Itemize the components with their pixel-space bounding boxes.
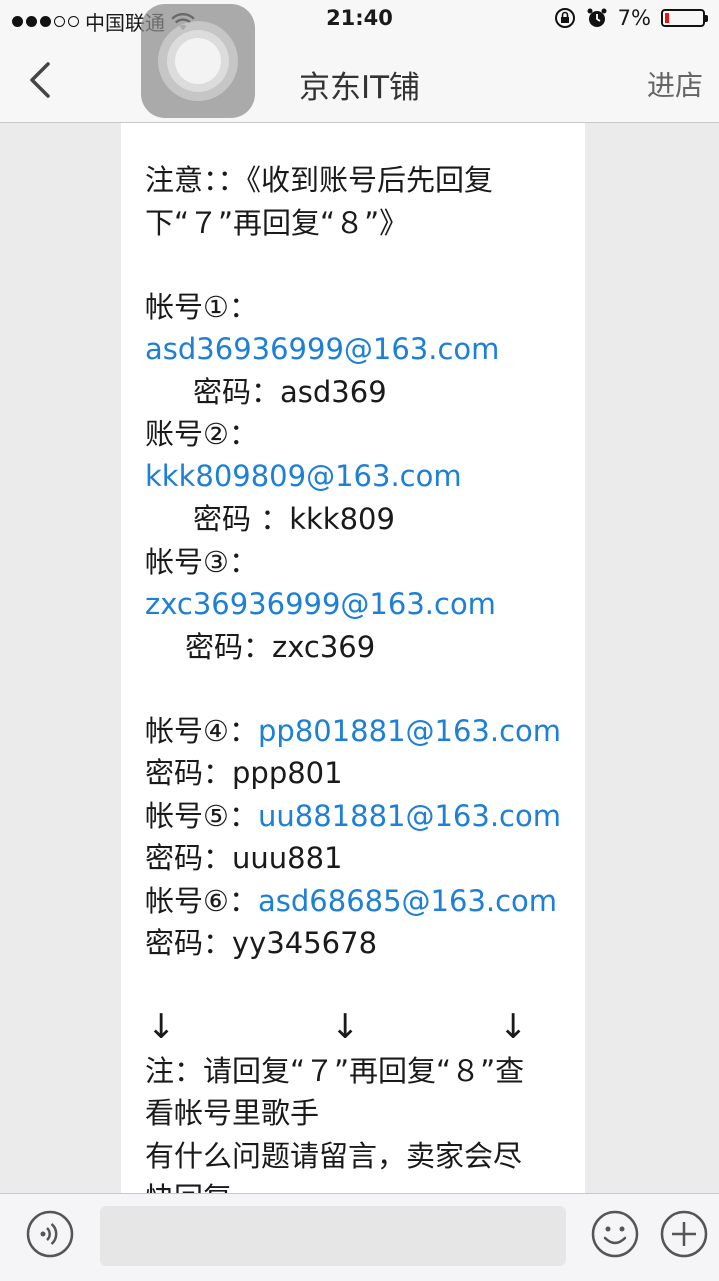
account-1-email-link[interactable]: asd36936999@163.com bbox=[145, 328, 499, 370]
account-2-email-link[interactable]: kkk809809@163.com bbox=[145, 455, 462, 497]
navigation-bar: 京东IT铺 进店 bbox=[0, 40, 719, 123]
notice-line-1: 注意：：《收到账号后先回复 bbox=[145, 163, 494, 197]
status-bar: 中国联通 21:40 7% bbox=[0, 0, 719, 40]
status-right: 7% bbox=[554, 6, 708, 30]
chat-input-bar bbox=[0, 1193, 719, 1281]
plus-icon[interactable] bbox=[660, 1210, 708, 1258]
account-4-password: 密码：ppp801 bbox=[145, 756, 343, 790]
battery-percentage: 7% bbox=[617, 6, 651, 30]
alarm-icon bbox=[587, 8, 607, 27]
note-line-3: 有什么问题请留言，卖家会尽 bbox=[145, 1139, 523, 1173]
battery-icon bbox=[661, 9, 708, 27]
account-4-email-link[interactable]: pp801881@163.com bbox=[258, 714, 561, 748]
account-5-label: 帐号⑤： bbox=[145, 799, 258, 833]
emoji-icon[interactable] bbox=[591, 1210, 639, 1258]
account-6-email-link[interactable]: asd68685@163.com bbox=[258, 884, 557, 918]
account-2-password: 密码 ：kkk809 bbox=[193, 502, 395, 536]
note-line-1: 注：请回复“７”再回复“８”查 bbox=[145, 1054, 525, 1088]
note-line-4: 快回复 bbox=[145, 1177, 232, 1193]
account-6-row: 帐号⑥：asd68685@163.com bbox=[145, 880, 557, 922]
arrows-row: ↓ ↓ ↓ bbox=[145, 1007, 565, 1051]
account-3-label: 帐号③： bbox=[145, 545, 258, 579]
account-3-password: 密码：zxc369 bbox=[185, 630, 376, 664]
account-3-email-link[interactable]: zxc36936999@163.com bbox=[145, 583, 496, 625]
account-1-label: 帐号①： bbox=[145, 290, 258, 324]
enter-store-button[interactable]: 进店 bbox=[647, 64, 703, 104]
account-6-password: 密码：yy345678 bbox=[145, 926, 378, 960]
account-5-row: 帐号⑤：uu881881@163.com bbox=[145, 795, 561, 837]
account-1-password: 密码：asd369 bbox=[193, 375, 387, 409]
notice-line-2: 下“７”再回复“８”》 bbox=[145, 206, 409, 240]
page-title: 京东IT铺 bbox=[298, 70, 421, 106]
account-5-email-link[interactable]: uu881881@163.com bbox=[258, 799, 561, 833]
account-6-label: 帐号⑥： bbox=[145, 884, 258, 918]
down-arrow-2: ↓ bbox=[331, 1007, 360, 1047]
down-arrow-3: ↓ bbox=[499, 1007, 528, 1047]
message-input[interactable] bbox=[100, 1206, 566, 1266]
account-4-row: 帐号④：pp801881@163.com bbox=[145, 710, 561, 752]
account-5-password: 密码：uuu881 bbox=[145, 841, 343, 875]
assistive-touch-button[interactable] bbox=[141, 4, 255, 118]
note-line-2: 看帐号里歌手 bbox=[145, 1096, 320, 1130]
account-2-label: 账号②： bbox=[145, 417, 258, 451]
down-arrow-1: ↓ bbox=[147, 1007, 176, 1047]
account-4-label: 帐号④： bbox=[145, 714, 258, 748]
message-card: 注意：：《收到账号后先回复 下“７”再回复“８”》 帐号①： asd369369… bbox=[121, 123, 585, 1193]
rotation-lock-icon bbox=[554, 8, 575, 28]
voice-icon[interactable] bbox=[26, 1210, 74, 1258]
